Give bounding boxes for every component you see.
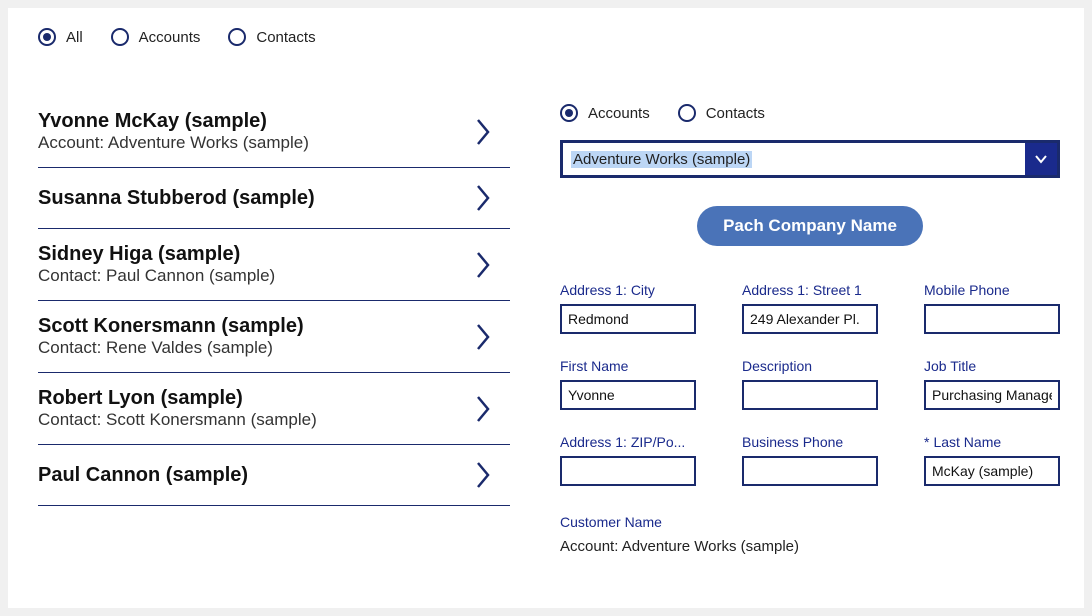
chevron-right-icon — [474, 249, 492, 281]
list-item[interactable]: Sidney Higa (sample)Contact: Paul Cannon… — [38, 229, 510, 301]
list-item-sub: Contact: Paul Cannon (sample) — [38, 266, 275, 286]
list-item[interactable]: Susanna Stubberod (sample) — [38, 168, 510, 229]
dropdown-text: Adventure Works (sample) — [563, 143, 1025, 175]
lastname-input[interactable] — [924, 456, 1060, 486]
fields-grid: Address 1: City Address 1: Street 1 Mobi… — [560, 282, 1060, 486]
chevron-down-icon[interactable] — [1025, 143, 1057, 175]
customer-name-label: Customer Name — [560, 514, 1060, 530]
radio-icon — [560, 104, 578, 122]
lastname-label-text: Last Name — [933, 434, 1001, 450]
dropdown-selection: Adventure Works (sample) — [571, 151, 752, 168]
customer-name-value: Account: Adventure Works (sample) — [560, 538, 1060, 555]
zip-input[interactable] — [560, 456, 696, 486]
radio-icon — [38, 28, 56, 46]
bizphone-input[interactable] — [742, 456, 878, 486]
field-firstname: First Name — [560, 358, 696, 410]
list-item[interactable]: Robert Lyon (sample)Contact: Scott Koner… — [38, 373, 510, 445]
field-label: Description — [742, 358, 878, 374]
field-label: Mobile Phone — [924, 282, 1060, 298]
street-input[interactable] — [742, 304, 878, 334]
list-item-title: Robert Lyon (sample) — [38, 387, 317, 410]
list-item-text: Yvonne McKay (sample)Account: Adventure … — [38, 110, 309, 153]
field-description: Description — [742, 358, 878, 410]
field-lastname: *Last Name — [924, 434, 1060, 486]
field-city: Address 1: City — [560, 282, 696, 334]
radio-icon — [678, 104, 696, 122]
list-item-title: Paul Cannon (sample) — [38, 464, 248, 487]
list-item-title: Sidney Higa (sample) — [38, 243, 275, 266]
list-item-sub: Contact: Rene Valdes (sample) — [38, 338, 304, 358]
field-jobtitle: Job Title — [924, 358, 1060, 410]
detail-accounts-label: Accounts — [588, 105, 650, 122]
filter-accounts-label: Accounts — [139, 29, 201, 46]
detail-contacts-radio[interactable]: Contacts — [678, 104, 765, 122]
main-area: Yvonne McKay (sample)Account: Adventure … — [8, 56, 1084, 608]
list-item[interactable]: Scott Konersmann (sample)Contact: Rene V… — [38, 301, 510, 373]
list-item[interactable]: Yvonne McKay (sample)Account: Adventure … — [38, 96, 510, 168]
customer-name-block: Customer Name Account: Adventure Works (… — [560, 514, 1060, 555]
list-item-text: Robert Lyon (sample)Contact: Scott Koner… — [38, 387, 317, 430]
field-label: Address 1: Street 1 — [742, 282, 878, 298]
chevron-right-icon — [474, 182, 492, 214]
detail-radio-bar: Accounts Contacts — [560, 104, 1060, 122]
field-street: Address 1: Street 1 — [742, 282, 878, 334]
field-label: *Last Name — [924, 434, 1060, 450]
action-row: Pach Company Name — [560, 206, 1060, 246]
required-star: * — [924, 434, 929, 450]
account-dropdown[interactable]: Adventure Works (sample) — [560, 140, 1060, 178]
mobile-input[interactable] — [924, 304, 1060, 334]
pach-company-name-button[interactable]: Pach Company Name — [697, 206, 923, 246]
list-item-title: Susanna Stubberod (sample) — [38, 187, 315, 210]
field-label: Address 1: ZIP/Po... — [560, 434, 696, 450]
filter-accounts-radio[interactable]: Accounts — [111, 28, 201, 46]
list-item-text: Sidney Higa (sample)Contact: Paul Cannon… — [38, 243, 275, 286]
results-list[interactable]: Yvonne McKay (sample)Account: Adventure … — [8, 56, 510, 608]
jobtitle-input[interactable] — [924, 380, 1060, 410]
list-item-text: Susanna Stubberod (sample) — [38, 187, 315, 210]
list-item[interactable]: Paul Cannon (sample) — [38, 445, 510, 506]
chevron-right-icon — [474, 459, 492, 491]
list-item-text: Paul Cannon (sample) — [38, 464, 248, 487]
field-zip: Address 1: ZIP/Po... — [560, 434, 696, 486]
field-label: First Name — [560, 358, 696, 374]
field-label: Address 1: City — [560, 282, 696, 298]
list-item-sub: Account: Adventure Works (sample) — [38, 133, 309, 153]
detail-panel: Accounts Contacts Adventure Works (sampl… — [510, 56, 1084, 608]
filter-all-radio[interactable]: All — [38, 28, 83, 46]
filter-contacts-radio[interactable]: Contacts — [228, 28, 315, 46]
list-item-text: Scott Konersmann (sample)Contact: Rene V… — [38, 315, 304, 358]
list-item-sub: Contact: Scott Konersmann (sample) — [38, 410, 317, 430]
field-label: Job Title — [924, 358, 1060, 374]
field-label: Business Phone — [742, 434, 878, 450]
detail-accounts-radio[interactable]: Accounts — [560, 104, 650, 122]
list-item-title: Yvonne McKay (sample) — [38, 110, 309, 133]
chevron-right-icon — [474, 116, 492, 148]
top-filter-bar: All Accounts Contacts — [8, 8, 1084, 56]
radio-icon — [111, 28, 129, 46]
field-mobile: Mobile Phone — [924, 282, 1060, 334]
filter-all-label: All — [66, 29, 83, 46]
app-container: All Accounts Contacts Yvonne McKay (samp… — [8, 8, 1084, 608]
detail-contacts-label: Contacts — [706, 105, 765, 122]
chevron-right-icon — [474, 393, 492, 425]
radio-icon — [228, 28, 246, 46]
field-bizphone: Business Phone — [742, 434, 878, 486]
firstname-input[interactable] — [560, 380, 696, 410]
list-item-title: Scott Konersmann (sample) — [38, 315, 304, 338]
description-input[interactable] — [742, 380, 878, 410]
city-input[interactable] — [560, 304, 696, 334]
chevron-right-icon — [474, 321, 492, 353]
filter-contacts-label: Contacts — [256, 29, 315, 46]
